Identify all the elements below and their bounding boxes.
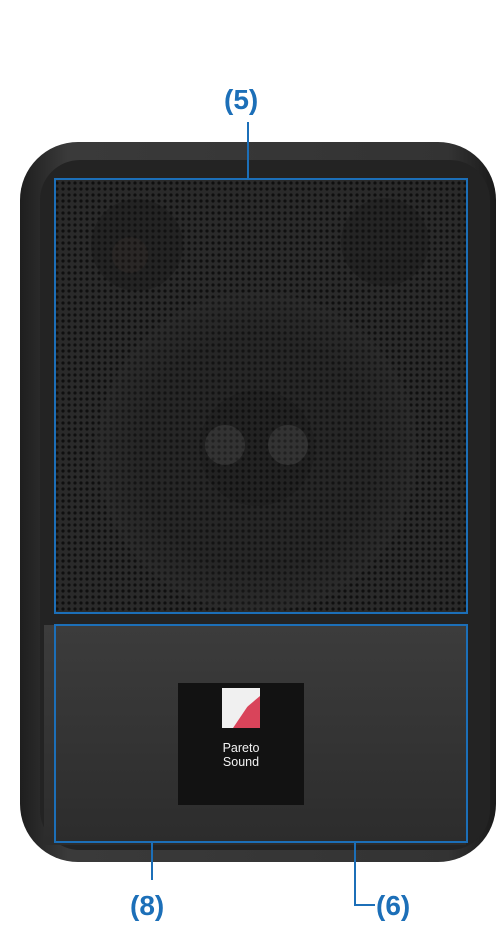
callout-label-8: (8): [130, 890, 165, 921]
logo-text-line1: Pareto: [222, 741, 260, 755]
callout-label-6: (6): [376, 890, 411, 921]
callout-label-5: (5): [224, 84, 259, 115]
pareto-sound-logo-icon: [222, 688, 260, 728]
logo-text-line2: Sound: [222, 755, 260, 769]
speaker-diagram: [20, 122, 496, 906]
